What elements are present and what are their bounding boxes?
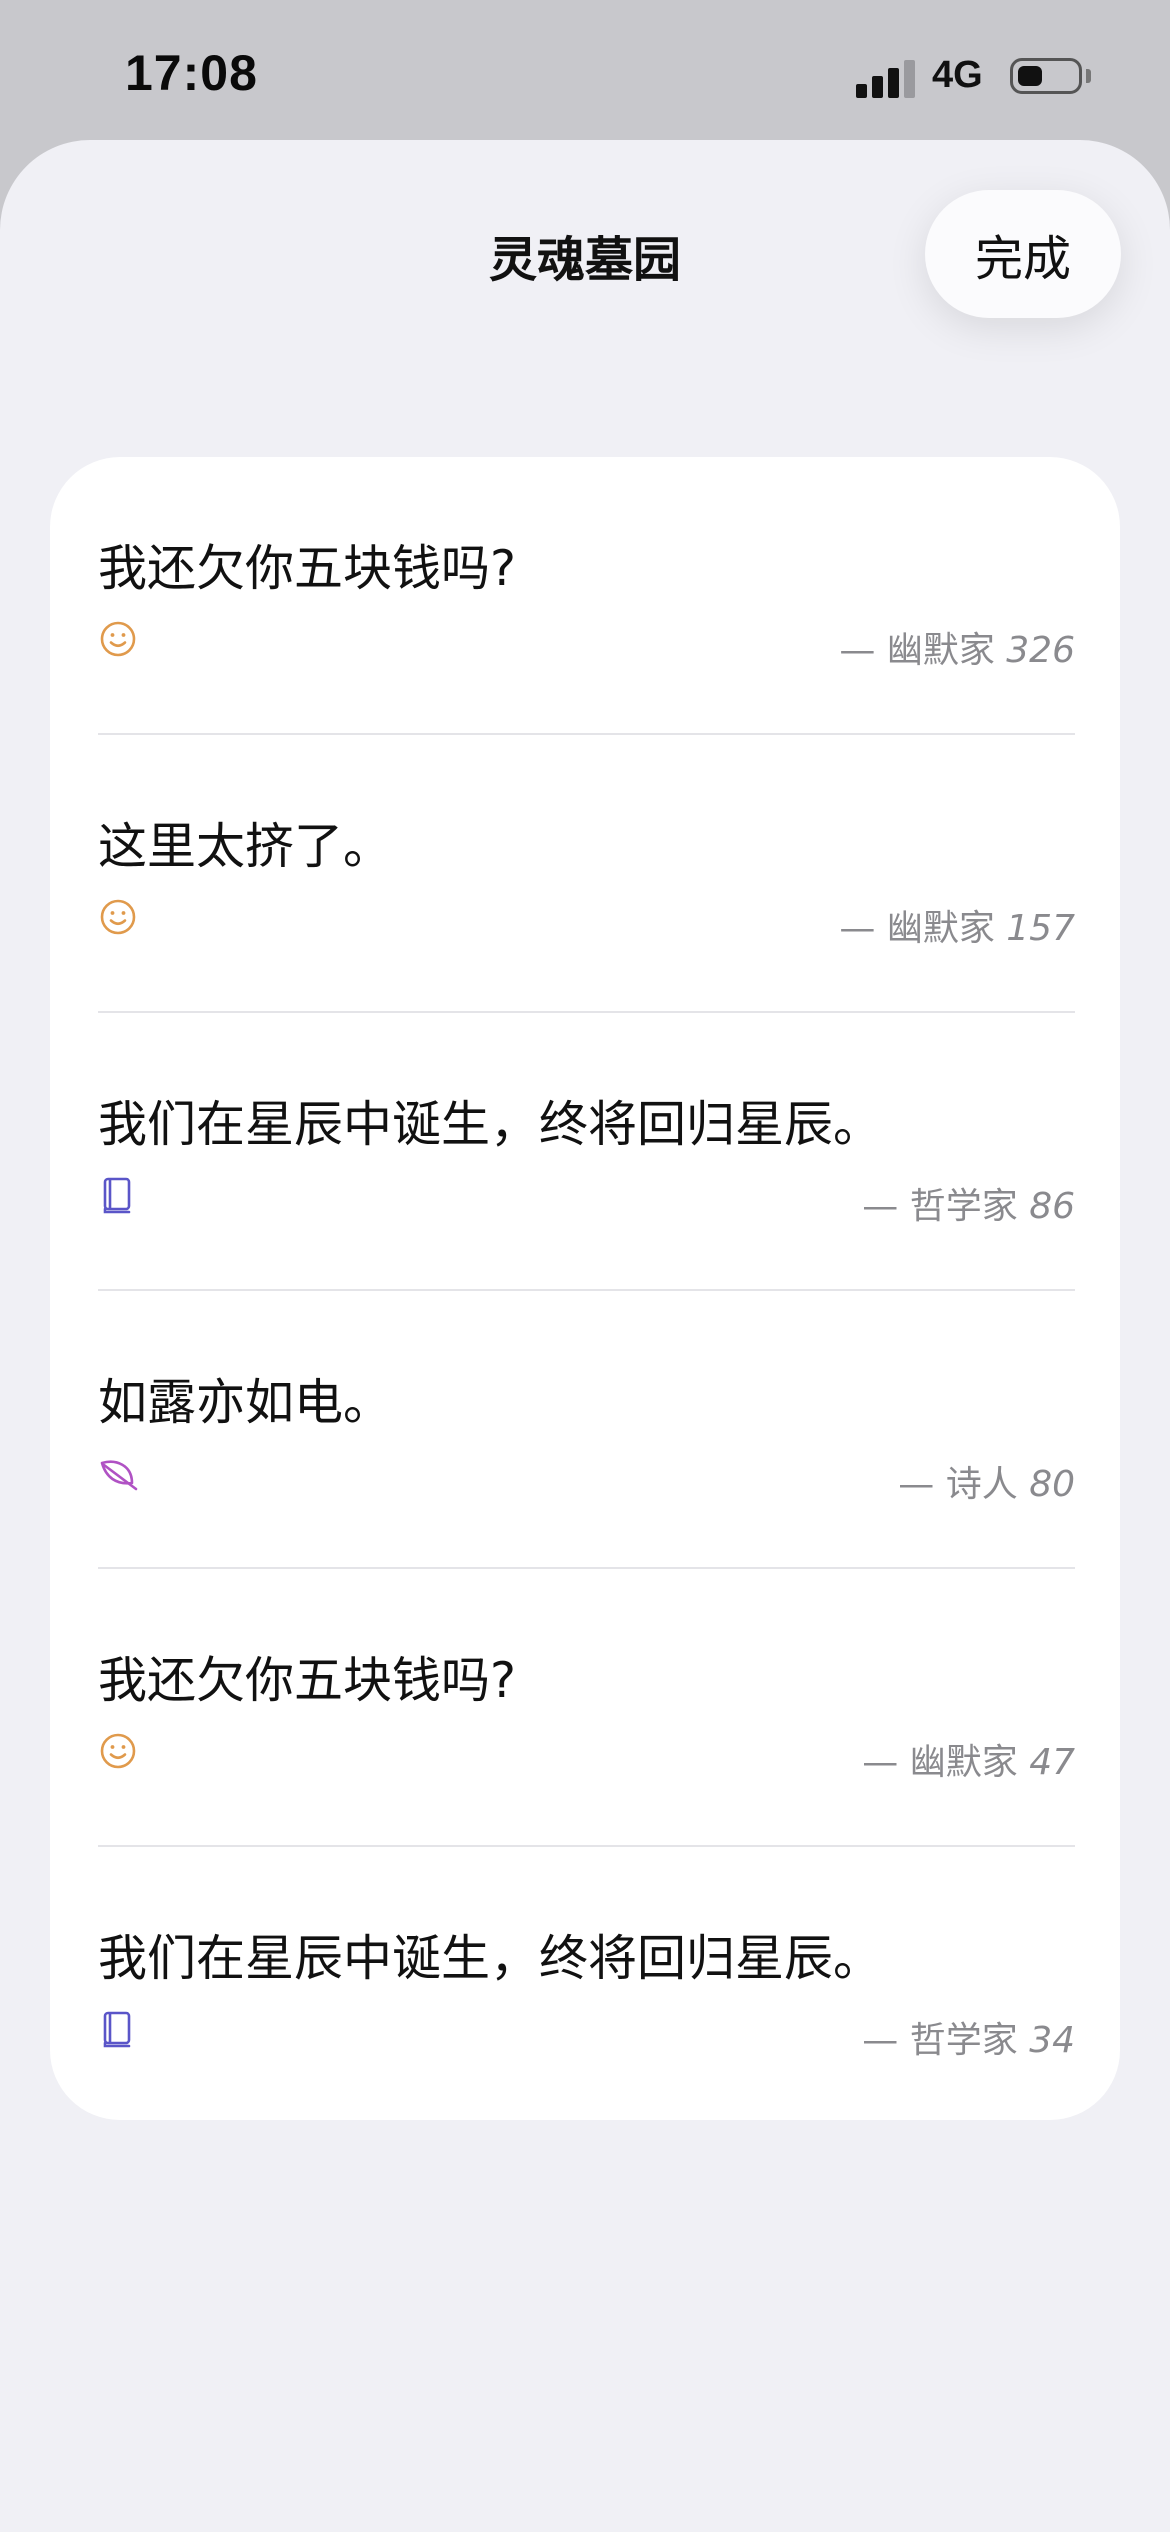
author-label: — 哲学家 (862, 1186, 1018, 1227)
book-icon (98, 2009, 138, 2049)
count-label: 157 (1006, 908, 1075, 949)
list-item[interactable]: 我们在星辰中诞生，终将回归星辰。 — 哲学家 86 (98, 1013, 1075, 1291)
count-label: 47 (1029, 1742, 1075, 1783)
leaf-icon (98, 1453, 138, 1493)
epitaph-text: 我们在星辰中诞生，终将回归星辰。 (98, 1096, 883, 1153)
done-button[interactable]: 完成 (925, 190, 1121, 318)
author-meta: — 幽默家 326 (839, 621, 1075, 673)
smiley-icon (98, 619, 138, 659)
count-label: 80 (1029, 1464, 1075, 1505)
battery-icon (1010, 58, 1082, 94)
epitaph-text: 我还欠你五块钱吗? (98, 540, 517, 597)
smiley-icon (98, 1731, 138, 1771)
count-label: 326 (1006, 630, 1075, 671)
battery-cap (1086, 69, 1091, 83)
smiley-icon (98, 897, 138, 937)
book-icon (98, 1175, 138, 1215)
author-label: — 幽默家 (839, 908, 995, 949)
author-meta: — 哲学家 86 (862, 1177, 1075, 1229)
list-item[interactable]: 我还欠你五块钱吗? — 幽默家 47 (98, 1569, 1075, 1847)
epitaph-text: 如露亦如电。 (98, 1374, 393, 1431)
author-meta: — 幽默家 47 (862, 1733, 1075, 1785)
list-item[interactable]: 这里太挤了。 — 幽默家 157 (98, 735, 1075, 1013)
author-meta: — 哲学家 34 (862, 2011, 1075, 2063)
epitaph-list: 我还欠你五块钱吗? — 幽默家 326 这里太挤了。 — 幽默家 157 我们在星辰中诞… (50, 457, 1120, 2120)
signal-strength-icon (856, 58, 916, 98)
count-label: 86 (1029, 1186, 1075, 1227)
epitaph-text: 这里太挤了。 (98, 818, 393, 875)
list-item[interactable]: 如露亦如电。 — 诗人 80 (98, 1291, 1075, 1569)
author-label: — 哲学家 (862, 2020, 1018, 2061)
status-time: 17:08 (125, 45, 258, 101)
count-label: 34 (1029, 2020, 1075, 2061)
author-label: — 幽默家 (862, 1742, 1018, 1783)
author-label: — 诗人 (898, 1464, 1018, 1505)
author-meta: — 幽默家 157 (839, 899, 1075, 951)
status-bar: 17:08 4G (0, 0, 1170, 140)
network-type: 4G (932, 54, 983, 96)
epitaph-text: 我们在星辰中诞生，终将回归星辰。 (98, 1930, 883, 1987)
author-label: — 幽默家 (839, 630, 995, 671)
list-item[interactable]: 我们在星辰中诞生，终将回归星辰。 — 哲学家 34 (98, 1847, 1075, 2125)
list-item[interactable]: 我还欠你五块钱吗? — 幽默家 326 (98, 457, 1075, 735)
author-meta: — 诗人 80 (898, 1455, 1075, 1507)
epitaph-text: 我还欠你五块钱吗? (98, 1652, 517, 1709)
